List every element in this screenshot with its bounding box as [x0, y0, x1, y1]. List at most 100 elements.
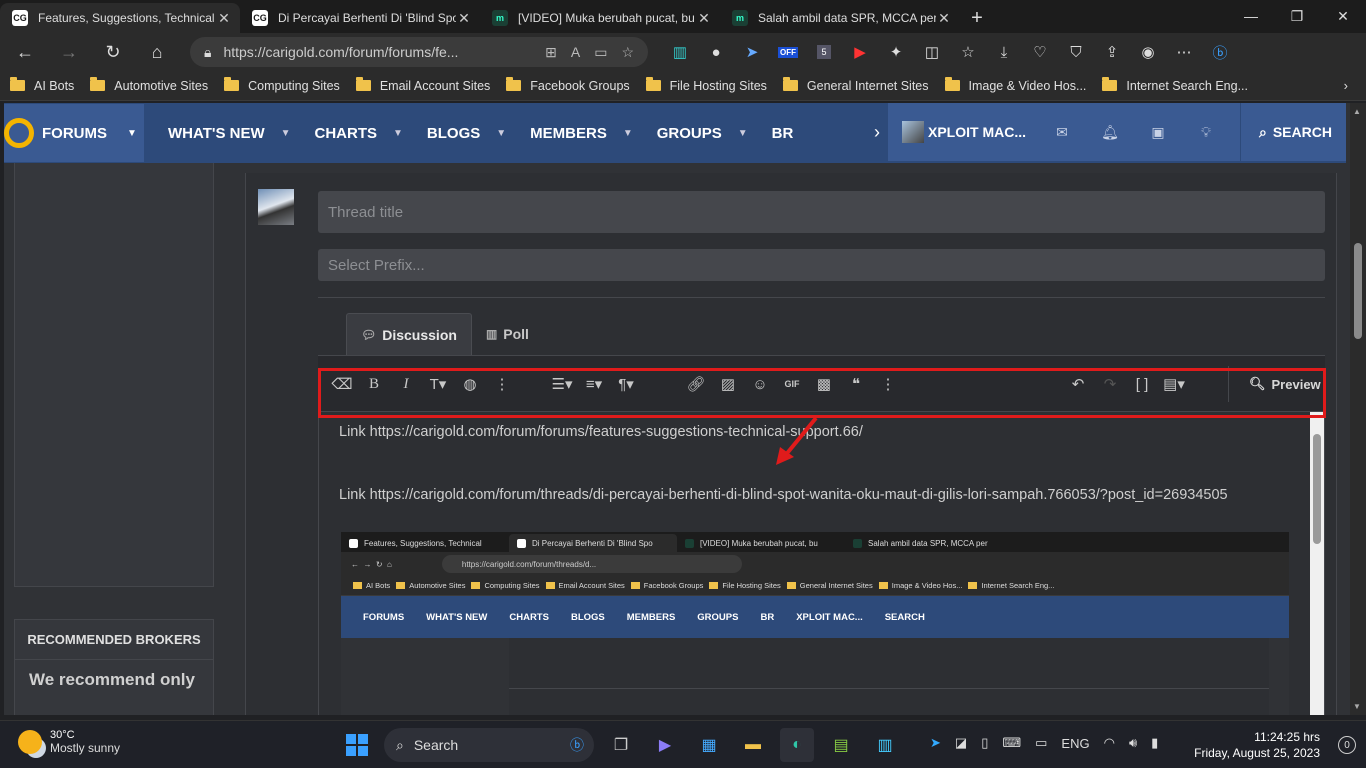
share-icon[interactable]: ⇪	[1094, 36, 1130, 68]
bookmark-folder[interactable]: Internet Search Eng...	[1102, 77, 1248, 93]
nav-item-charts[interactable]: CHARTS ▼	[315, 125, 403, 142]
scroll-thumb[interactable]	[1313, 434, 1321, 544]
teams-icon[interactable]: ▶	[648, 728, 682, 762]
counter-extension-icon[interactable]: 5	[806, 36, 842, 68]
taskbar-search[interactable]: ⌕ Search ⓑ	[384, 728, 594, 762]
bookmark-folder[interactable]: File Hosting Sites	[645, 77, 767, 93]
profile-avatar-icon[interactable]: ◉	[1130, 36, 1166, 68]
caret-down-icon[interactable]: ▼	[393, 128, 403, 139]
notepad-plus-icon[interactable]: ▤	[824, 728, 858, 762]
editor-scrollbar[interactable]	[1310, 412, 1324, 715]
store-icon[interactable]: ▦	[692, 728, 726, 762]
cursor-extension-icon[interactable]: ➤	[734, 36, 770, 68]
page-scrollbar[interactable]: ▲ ▼	[1350, 103, 1366, 715]
immersive-reader-icon[interactable]: ▭	[594, 44, 607, 61]
file-explorer-icon[interactable]: ▬	[736, 728, 770, 762]
prefix-select[interactable]: Select Prefix...	[318, 249, 1325, 281]
telegram-icon[interactable]: ➤	[930, 735, 941, 751]
off-extension-icon[interactable]: OFF	[770, 36, 806, 68]
weather-widget[interactable]: 30°C Mostly sunny	[18, 729, 120, 755]
battery-icon[interactable]: ▮	[1151, 735, 1158, 751]
favorites-icon[interactable]: ☆	[950, 36, 986, 68]
bookmark-folder[interactable]: AI Bots	[10, 77, 74, 93]
downloads-icon[interactable]: ⤓	[986, 36, 1022, 68]
caret-down-icon[interactable]: ▼	[496, 128, 506, 139]
caret-down-icon[interactable]: ▼	[623, 128, 633, 139]
health-icon[interactable]: ♡	[1022, 36, 1058, 68]
bookmark-folder[interactable]: Automotive Sites	[90, 77, 208, 93]
favorite-star-icon[interactable]: ☆	[621, 44, 634, 61]
user-menu[interactable]: XPLOIT MAC...	[888, 121, 1038, 143]
nav-item-blogs[interactable]: BLOGS ▼	[427, 125, 506, 142]
new-tab-button[interactable]: +	[960, 3, 994, 33]
volume-icon[interactable]: 🔊︎	[1129, 735, 1137, 751]
search-button[interactable]: ⌕ SEARCH	[1240, 103, 1332, 161]
folder-icon	[396, 582, 406, 589]
close-tab-icon[interactable]: ✕	[456, 10, 472, 27]
edge-icon[interactable]: ◐	[780, 728, 814, 762]
youtube-extension-icon[interactable]: ▶	[842, 36, 878, 68]
start-button[interactable]	[340, 728, 374, 762]
dots-extension-icon[interactable]: ●	[698, 36, 734, 68]
close-tab-icon[interactable]: ✕	[696, 10, 712, 27]
language-indicator[interactable]: ENG	[1061, 736, 1089, 751]
inbox-icon[interactable]: ✉	[1038, 124, 1086, 141]
thread-title-input[interactable]: Thread title	[318, 191, 1325, 233]
restore-icon[interactable]: ❐	[1274, 0, 1320, 32]
close-window-icon[interactable]: ✕	[1320, 0, 1366, 32]
bookmark-folder[interactable]: General Internet Sites	[782, 77, 929, 93]
browser-tab[interactable]: CG Di Percayai Berhenti Di 'Blind Spo ✕	[240, 3, 480, 33]
app-tray-icon[interactable]: ◪	[955, 735, 967, 751]
tab-title: Salah ambil data SPR, MCCA per	[758, 11, 936, 25]
bookmark-folder[interactable]: Facebook Groups	[506, 77, 630, 93]
caret-down-icon[interactable]: ▼	[281, 128, 291, 139]
chevron-right-icon[interactable]: ›	[1344, 78, 1348, 93]
nav-item-groups[interactable]: GROUPS ▼	[657, 125, 748, 142]
task-view-icon[interactable]: ❐	[604, 728, 638, 762]
nav-home[interactable]: FORUMS ▼	[4, 104, 144, 162]
bookmark-folder[interactable]: Computing Sites	[224, 77, 340, 93]
close-tab-icon[interactable]: ✕	[936, 10, 952, 27]
lightbulb-icon[interactable]: 💡︎	[1182, 124, 1230, 141]
clock[interactable]: 11:24:25 hrs Friday, August 25, 2023	[1194, 729, 1320, 761]
tab-poll[interactable]: ▥ Poll	[472, 313, 543, 355]
url-input[interactable]: 🔒︎ https://carigold.com/forum/forums/fe.…	[190, 37, 648, 67]
back-button[interactable]: ←	[6, 36, 44, 68]
nav-item-whats-new[interactable]: WHAT'S NEW ▼	[168, 125, 291, 142]
bell-icon[interactable]: 🔔︎	[1086, 124, 1134, 141]
home-button[interactable]: ⌂	[138, 36, 176, 68]
scroll-up-icon[interactable]: ▲	[1353, 107, 1361, 116]
money-icon[interactable]: ▣	[1134, 124, 1182, 141]
bookmark-folder[interactable]: Email Account Sites	[355, 77, 490, 93]
security-icon[interactable]: ⛉	[1058, 36, 1094, 68]
scroll-thumb[interactable]	[1354, 243, 1362, 339]
reader-extension-icon[interactable]: ▥	[662, 36, 698, 68]
split-screen-icon[interactable]: ◫	[914, 36, 950, 68]
keyboard-icon[interactable]: ⌨	[1002, 735, 1021, 751]
caret-down-icon[interactable]: ▼	[127, 128, 137, 139]
display-icon[interactable]: ▭	[1035, 735, 1047, 751]
close-tab-icon[interactable]: ✕	[216, 10, 232, 27]
notepad-icon[interactable]: ▥	[868, 728, 902, 762]
nav-item-members[interactable]: MEMBERS ▼	[530, 125, 633, 142]
minimize-icon[interactable]: —	[1228, 0, 1274, 32]
more-menu-icon[interactable]: ⋯	[1166, 36, 1202, 68]
browser-tab[interactable]: m Salah ambil data SPR, MCCA per ✕	[720, 3, 960, 33]
refresh-button[interactable]: ↻	[94, 36, 132, 68]
browser-tab[interactable]: m [VIDEO] Muka berubah pucat, bu ✕	[480, 3, 720, 33]
caret-down-icon[interactable]: ▼	[738, 128, 748, 139]
forward-button[interactable]: →	[50, 36, 88, 68]
chevron-right-icon[interactable]: ›	[874, 122, 888, 143]
apps-icon[interactable]: ⊞	[545, 44, 557, 61]
puzzle-extensions-icon[interactable]: ✦	[878, 36, 914, 68]
bing-copilot-icon[interactable]: ⓑ	[1202, 36, 1238, 68]
wifi-icon[interactable]: ◠	[1104, 735, 1115, 751]
bookmark-folder[interactable]: Image & Video Hos...	[944, 77, 1086, 93]
nav-item-truncated[interactable]: BR	[772, 125, 794, 142]
browser-tab[interactable]: CG Features, Suggestions, Technical S ✕	[0, 3, 240, 33]
notification-badge[interactable]: 0	[1338, 736, 1356, 754]
tab-discussion[interactable]: 💬︎ Discussion	[346, 313, 472, 355]
read-aloud-icon[interactable]: A	[571, 44, 580, 61]
usb-icon[interactable]: ▯	[981, 735, 988, 751]
scroll-down-icon[interactable]: ▼	[1353, 702, 1361, 711]
